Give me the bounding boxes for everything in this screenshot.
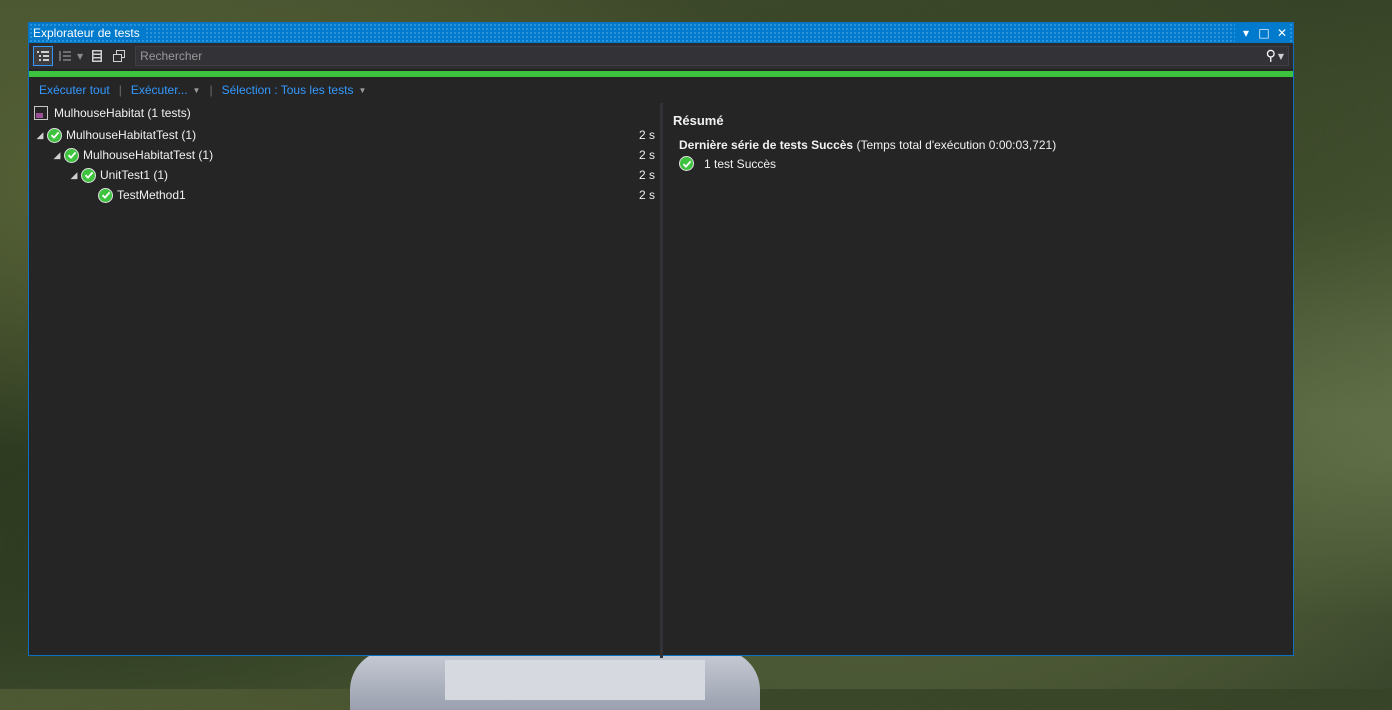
collapse-triangle-icon[interactable]: ◢: [50, 150, 64, 161]
tree-row[interactable]: ◢ MulhouseHabitatTest (1) 2 s: [29, 145, 660, 165]
search-icon[interactable]: ⚲: [1264, 48, 1278, 64]
list-view-icon: [37, 51, 49, 61]
summary-pane: Résumé Dernière série de tests Succès (T…: [663, 103, 1293, 658]
tree-row[interactable]: ◢ UnitTest1 (1) 2 s: [29, 165, 660, 185]
passed-check-icon: [81, 167, 96, 183]
group-by-button[interactable]: [33, 46, 53, 66]
copy-icon: [113, 50, 126, 62]
expand-all-button[interactable]: [87, 46, 107, 66]
separator: |: [118, 83, 122, 97]
run-link[interactable]: Exécuter...: [131, 83, 188, 97]
summary-result-label: 1 test Succès: [704, 156, 777, 171]
collapse-triangle-icon[interactable]: ◢: [33, 130, 47, 141]
last-run-label[interactable]: Dernière série de tests Succès: [679, 138, 853, 152]
expand-icon: [92, 50, 103, 62]
summary-title: Résumé: [673, 113, 724, 128]
separator: |: [209, 83, 213, 97]
test-explorer-window: Explorateur de tests ▾ □ ✕ ▼ Rechercher …: [28, 22, 1294, 658]
search-box: ⚲ ▼: [135, 46, 1289, 66]
passed-check-icon: [679, 156, 694, 171]
passed-check-icon: [64, 147, 79, 163]
project-label: MulhouseHabitat (1 tests): [54, 106, 191, 120]
window-menu-dropdown-icon[interactable]: ▾: [1239, 26, 1253, 40]
tree-row-duration: 2 s: [638, 168, 655, 182]
chevron-down-icon[interactable]: ▼: [77, 52, 83, 61]
background-shirt: [445, 660, 705, 700]
title-bar[interactable]: Explorateur de tests ▾ □ ✕: [29, 23, 1293, 43]
last-run-time: (Temps total d'exécution 0:00:03,721): [856, 138, 1057, 152]
tree-row[interactable]: TestMethod1 2 s: [29, 185, 660, 205]
project-row[interactable]: MulhouseHabitat (1 tests): [29, 103, 660, 123]
selection-link[interactable]: Sélection : Tous les tests: [222, 83, 354, 97]
tree-row-label: TestMethod1: [117, 188, 186, 202]
copy-button[interactable]: [109, 46, 129, 66]
toolbar: ▼ ⚲ ▼: [29, 43, 1293, 69]
playlist-icon: [59, 51, 71, 61]
collapse-triangle-icon[interactable]: ◢: [67, 170, 81, 181]
tree-row-label: UnitTest1 (1): [100, 168, 169, 182]
summary-result[interactable]: 1 test Succès: [679, 156, 1283, 171]
tree-row-label: MulhouseHabitatTest (1): [83, 148, 214, 162]
run-chevron-down-icon[interactable]: ▼: [193, 86, 201, 95]
tree-row-duration: 2 s: [638, 188, 655, 202]
playlist-button[interactable]: [55, 46, 75, 66]
tree-row[interactable]: ◢ MulhouseHabitatTest (1) 2 s: [29, 125, 660, 145]
panes: MulhouseHabitat (1 tests) ◢ MulhouseHabi…: [29, 103, 1293, 658]
tree-row-duration: 2 s: [638, 128, 655, 142]
project-icon: [34, 106, 48, 120]
close-icon[interactable]: ✕: [1275, 26, 1289, 40]
action-bar: Exécuter tout | Exécuter... ▼ | Sélectio…: [29, 77, 1293, 103]
window-controls: ▾ □ ✕: [1235, 23, 1289, 43]
tree-row-label: MulhouseHabitatTest (1): [66, 128, 197, 142]
search-input[interactable]: [136, 48, 1264, 64]
last-run-line: Dernière série de tests Succès (Temps to…: [679, 138, 1283, 152]
window-title: Explorateur de tests: [33, 26, 146, 40]
selection-chevron-down-icon[interactable]: ▼: [358, 86, 366, 95]
test-tree: MulhouseHabitat (1 tests) ◢ MulhouseHabi…: [29, 103, 663, 658]
run-all-link[interactable]: Exécuter tout: [39, 83, 110, 97]
passed-check-icon: [47, 127, 62, 143]
tree-row-duration: 2 s: [638, 148, 655, 162]
maximize-icon[interactable]: □: [1257, 26, 1271, 40]
search-options-chevron-icon[interactable]: ▼: [1278, 52, 1288, 61]
passed-check-icon: [98, 187, 113, 203]
